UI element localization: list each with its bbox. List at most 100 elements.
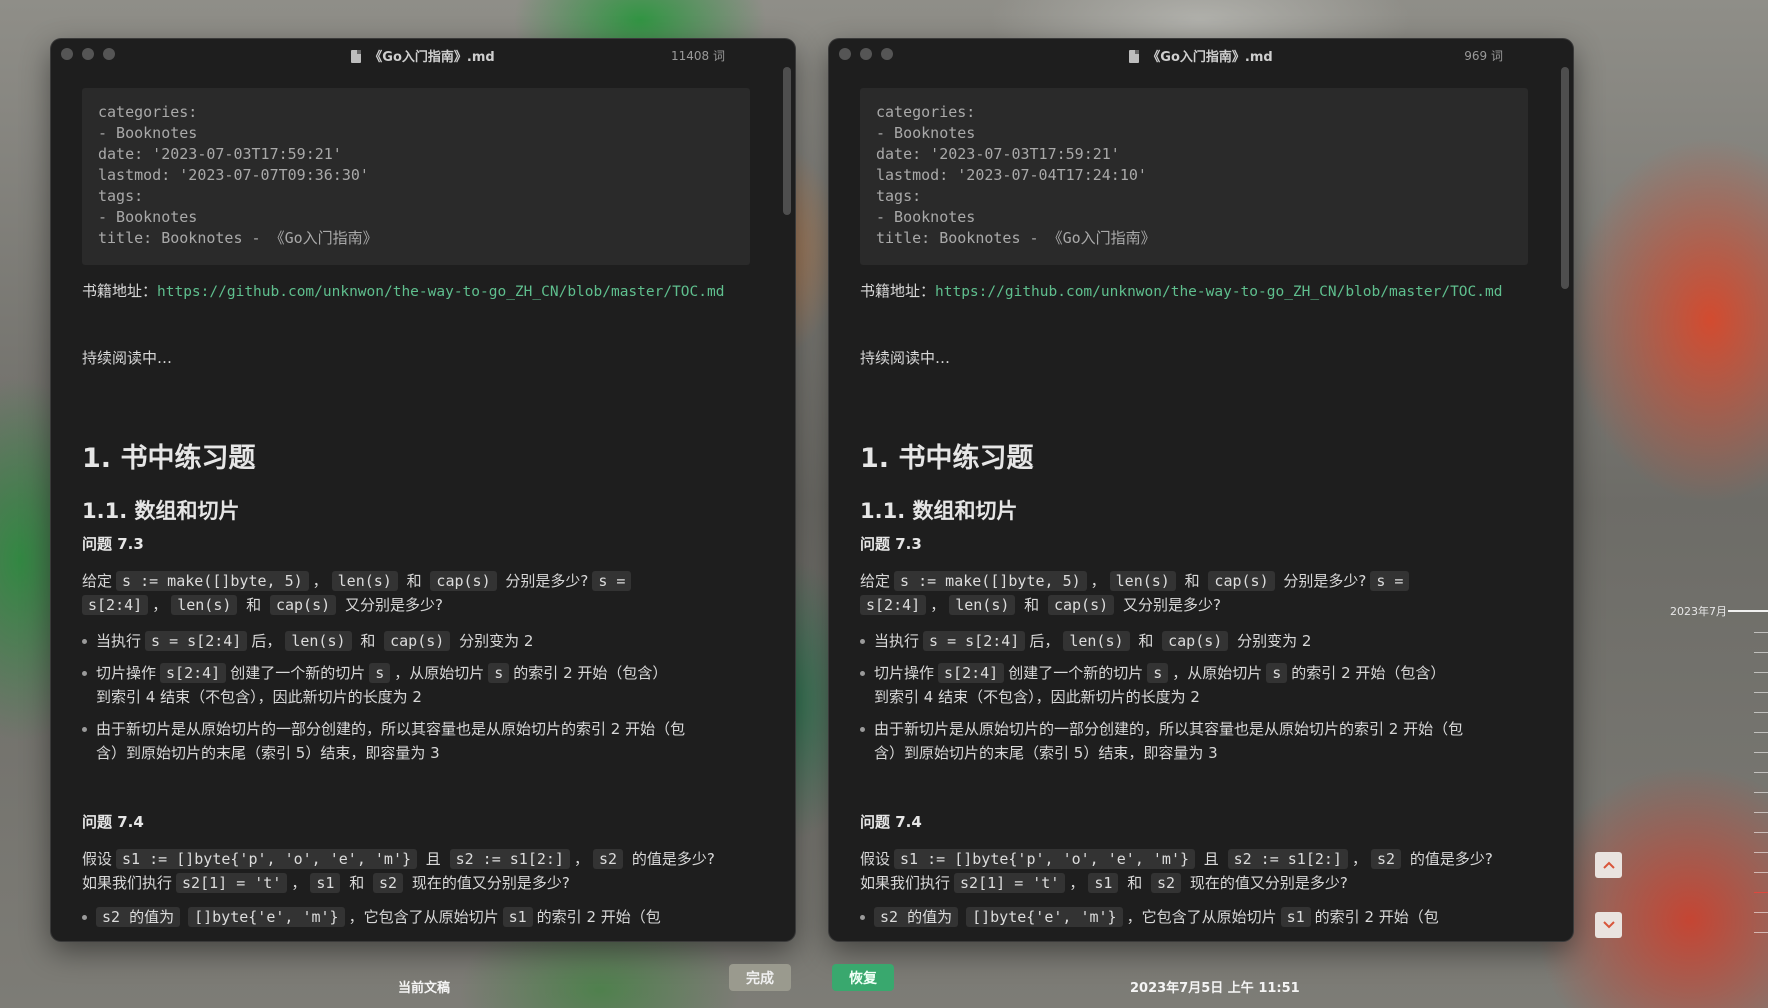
front-matter-block: categories: - Booknotes date: '2023-07-0… (860, 88, 1528, 265)
timeline-tick[interactable] (1754, 872, 1768, 873)
inline-code: s1 (310, 873, 341, 893)
inline-code: s = (1370, 571, 1410, 591)
front-matter-block: categories: - Booknotes date: '2023-07-0… (82, 88, 750, 265)
front-matter-line: title: Booknotes - 《Go入门指南》 (98, 229, 378, 247)
front-matter-line: tags: (98, 187, 144, 205)
timeline-tick[interactable] (1754, 912, 1768, 913)
inline-code: s = (592, 571, 632, 591)
front-matter-line: tags: (876, 187, 922, 205)
paragraph-line: 如果我们执行 s2[1] = 't'， s1 和 s2 现在的值又分别是多少? (82, 873, 570, 893)
scrollbar-thumb[interactable] (783, 67, 791, 215)
list-item-continuation: 含）到原始切片的末尾（索引 5）结束，即容量为 3 (874, 744, 1218, 762)
timeline-tick[interactable] (1754, 752, 1768, 753)
inline-code: s1 (502, 907, 533, 927)
version-timestamp: 2023年7月5日 上午 11:51 (1130, 981, 1300, 996)
front-matter-line: lastmod: '2023-07-07T09:36:30' (98, 166, 369, 184)
inline-code: s2 的值为 (96, 907, 181, 927)
heading-2: 1.1. 数组和切片 (82, 499, 240, 523)
timeline-tick[interactable] (1754, 632, 1768, 633)
inline-code: s1 := []byte{'p', 'o', 'e', 'm'} (116, 849, 417, 869)
timeline-tick[interactable] (1754, 652, 1768, 653)
paragraph-line: 如果我们执行 s2[1] = 't'， s1 和 s2 现在的值又分别是多少? (860, 873, 1348, 893)
inline-code: s := make([]byte, 5) (116, 571, 309, 591)
chevron-down-icon[interactable] (1595, 912, 1622, 938)
list-item-continuation: 含）到原始切片的末尾（索引 5）结束，即容量为 3 (96, 744, 440, 762)
front-matter-line: categories: (98, 103, 198, 121)
done-button[interactable]: 完成 (729, 964, 791, 991)
document-content[interactable]: categories: - Booknotes date: '2023-07-0… (82, 39, 750, 941)
inline-code: len(s) (331, 571, 398, 591)
reading-status: 持续阅读中… (82, 349, 173, 367)
book-url-link[interactable]: https://github.com/unknwon/the-way-to-go… (935, 284, 1502, 300)
inline-code: s2 的值为 (874, 907, 959, 927)
inline-code: s1 (1280, 907, 1311, 927)
timeline-tick[interactable] (1754, 772, 1768, 773)
timeline-tick[interactable] (1754, 812, 1768, 813)
inline-code: s = s[2:4] (145, 631, 248, 651)
restore-button[interactable]: 恢复 (832, 964, 894, 991)
current-document-window[interactable]: 《Go入门指南》.md 11408 词 categories: - Bookno… (51, 39, 795, 941)
inline-code: s = s[2:4] (923, 631, 1026, 651)
heading-1: 1. 书中练习题 (860, 443, 1034, 474)
paragraph-line: s[2:4]， len(s) 和 cap(s) 又分别是多少? (82, 593, 443, 617)
front-matter-line: date: '2023-07-03T17:59:21' (876, 145, 1120, 163)
timeline-tick[interactable] (1754, 932, 1768, 933)
front-matter-line: lastmod: '2023-07-04T17:24:10' (876, 166, 1147, 184)
timeline-tick[interactable] (1754, 712, 1768, 713)
question-heading: 问题 7.4 (82, 813, 144, 831)
inline-code: len(s) (285, 631, 352, 651)
timeline-selected-tick[interactable] (1754, 892, 1768, 893)
timeline-tick[interactable] (1754, 672, 1768, 673)
timeline-tick[interactable] (1754, 732, 1768, 733)
front-matter-line: - Booknotes (876, 124, 976, 142)
book-url-link[interactable]: https://github.com/unknwon/the-way-to-go… (157, 284, 724, 300)
version-document-window[interactable]: 《Go入门指南》.md 969 词 categories: - Booknote… (829, 39, 1573, 941)
list-item-continuation: 到索引 4 结束（不包含），因此新切片的长度为 2 (96, 688, 422, 706)
timeline[interactable] (1728, 560, 1768, 940)
inline-code: s2 (1370, 849, 1402, 869)
inline-code: cap(s) (430, 571, 497, 591)
inline-code: s1 (1088, 873, 1119, 893)
timeline-tick[interactable] (1754, 792, 1768, 793)
paragraph-line: s[2:4]， len(s) 和 cap(s) 又分别是多少? (860, 593, 1221, 617)
inline-code: s (1147, 663, 1169, 683)
book-address: 书籍地址：https://github.com/unknwon/the-way-… (860, 280, 1502, 301)
heading-2: 1.1. 数组和切片 (860, 499, 1018, 523)
book-address: 书籍地址：https://github.com/unknwon/the-way-… (82, 280, 724, 301)
heading-1: 1. 书中练习题 (82, 443, 256, 474)
paragraph-line: 假设 s1 := []byte{'p', 'o', 'e', 'm'} 且 s2 … (860, 849, 1493, 869)
chevron-up-icon[interactable] (1595, 852, 1622, 878)
list-item: 由于新切片是从原始切片的一部分创建的，所以其容量也是从原始切片的索引 2 开始（… (874, 717, 1463, 741)
scrollbar-thumb[interactable] (1561, 67, 1569, 289)
scrollbar[interactable] (1561, 67, 1569, 937)
inline-code: s := make([]byte, 5) (894, 571, 1087, 591)
inline-code: cap(s) (1208, 571, 1275, 591)
timeline-tick[interactable] (1754, 852, 1768, 853)
inline-code: s[2:4] (860, 595, 927, 615)
front-matter-line: - Booknotes (98, 208, 198, 226)
inline-code: s (1266, 663, 1288, 683)
inline-code: s2 (1151, 873, 1182, 893)
inline-code: len(s) (171, 595, 238, 615)
inline-code: s2[1] = 't' (176, 873, 288, 893)
book-address-label: 书籍地址： (860, 282, 936, 300)
list-item: 当执行 s = s[2:4] 后， len(s) 和 cap(s) 分别变为 2 (96, 629, 533, 653)
list-item: 切片操作 s[2:4] 创建了一个新的切片 s ，从原始切片 s 的索引 2 开始（包含） (874, 661, 1445, 685)
front-matter-line: date: '2023-07-03T17:59:21' (98, 145, 342, 163)
question-heading: 问题 7.3 (82, 535, 144, 553)
inline-code: cap(s) (1162, 631, 1229, 651)
timeline-current-tick[interactable] (1728, 610, 1768, 612)
inline-code: cap(s) (1047, 595, 1115, 615)
list-item: 当执行 s = s[2:4] 后， len(s) 和 cap(s) 分别变为 2 (874, 629, 1311, 653)
front-matter-line: categories: (876, 103, 976, 121)
current-document-label: 当前文稿 (398, 981, 451, 996)
timeline-tick[interactable] (1754, 692, 1768, 693)
scrollbar[interactable] (783, 67, 791, 937)
paragraph-line: 假设 s1 := []byte{'p', 'o', 'e', 'm'} 且 s2 … (82, 849, 715, 869)
timeline-tick[interactable] (1754, 832, 1768, 833)
inline-code: s[2:4] (160, 663, 227, 683)
inline-code: s (488, 663, 510, 683)
list-item: s2 的值为 []byte{'e', 'm'} ，它包含了从原始切片 s1 的索引 2 … (874, 905, 1439, 929)
document-content[interactable]: categories: - Booknotes date: '2023-07-0… (860, 39, 1528, 941)
inline-code: s2 (592, 849, 624, 869)
